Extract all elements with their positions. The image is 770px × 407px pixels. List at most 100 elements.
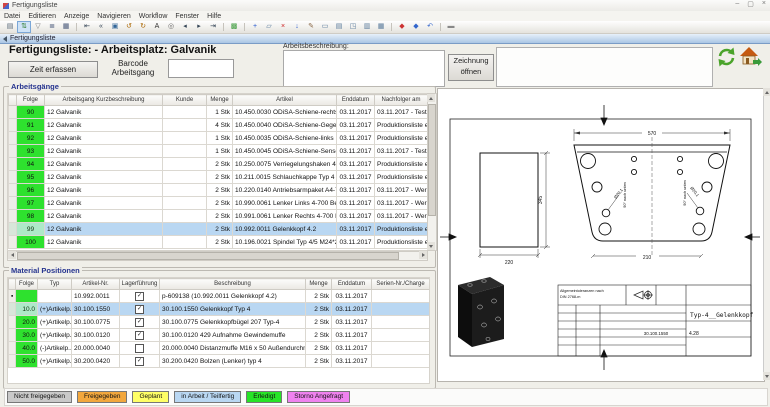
arbeitsgang-row[interactable]: 9012 Galvanik1 Stk10.450.0030 ODiSA-Schi… <box>9 106 428 119</box>
zeit-erfassen-button[interactable]: Zeit erfassen <box>8 61 98 78</box>
col-kunde[interactable]: Kunde <box>163 95 207 106</box>
col-enddatum[interactable]: Enddatum <box>337 95 375 106</box>
form-icon[interactable]: ▭ <box>318 21 332 33</box>
arbeitsbeschreibung-box[interactable] <box>283 50 445 87</box>
arbeitsgang-row[interactable]: 9612 Galvanik2 Stk10.220.0140 Antriebsar… <box>9 184 428 197</box>
find-icon[interactable]: ◎ <box>164 21 178 33</box>
tab-fertigungsliste[interactable]: Fertigungsliste <box>10 35 56 42</box>
col-seriennr[interactable]: Serien-Nr./Charge <box>372 279 430 290</box>
arbeitsgang-row[interactable]: 9212 Galvanik1 Stk10.450.0035 ODiSA-Schi… <box>9 132 428 145</box>
lagerfuehrung-checkbox[interactable]: ✓ <box>135 305 144 314</box>
col-kurzbeschreibung[interactable]: Arbeitsgang Kurzbeschreibung <box>45 95 163 106</box>
scroll-down-icon[interactable] <box>763 372 770 380</box>
grid-view-icon[interactable]: ▦ <box>59 21 73 33</box>
find-az-icon[interactable]: A <box>150 21 164 33</box>
arbeitsgaenge-hscrollbar[interactable] <box>7 251 428 261</box>
filter-icon[interactable]: ▽ <box>31 21 45 33</box>
menu-editieren[interactable]: Editieren <box>28 13 56 20</box>
move-down-icon[interactable]: ↓ <box>290 21 304 33</box>
zeichnung-oeffnen-button[interactable]: Zeichnung öffnen <box>448 54 494 81</box>
legend-nicht-freigegeben[interactable]: Nicht freigegeben <box>7 391 72 403</box>
arbeitsgang-row[interactable]: 9312 Galvanik1 Stk10.450.0045 ODiSA-Schi… <box>9 145 428 158</box>
revert-icon[interactable]: ↶ <box>423 21 437 33</box>
arbeitsgang-row[interactable]: 9812 Galvanik2 Stk10.991.0061 Lenker Rec… <box>9 210 428 223</box>
scroll-up-icon[interactable] <box>763 88 770 96</box>
col-menge[interactable]: Menge <box>306 279 332 290</box>
arbeitsbeschreibung-textarea[interactable] <box>496 47 713 87</box>
arbeitsgang-row[interactable]: 10012 Galvanik2 Stk10.196.0021 Spindel T… <box>9 236 428 249</box>
col-enddatum[interactable]: Enddatum <box>332 279 372 290</box>
prev-record-icon[interactable]: ◂ <box>178 21 192 33</box>
menu-navigieren[interactable]: Navigieren <box>97 13 130 20</box>
col-artikelnr[interactable]: Artikel-Nr. <box>72 279 120 290</box>
col-nachfolger[interactable]: Nachfolger am <box>375 95 428 106</box>
home-exit-icon[interactable] <box>739 46 762 67</box>
material-row[interactable]: ▪10.992.0011✓p-609138 (10.992.0011 Gelen… <box>9 290 430 303</box>
list-view-icon[interactable]: ≣ <box>45 21 59 33</box>
table-icon[interactable]: ▦ <box>374 21 388 33</box>
minimize-panel-icon[interactable]: ▬ <box>444 21 458 33</box>
col-menge[interactable]: Menge <box>207 95 233 106</box>
material-row[interactable]: 10.0(+)Artikelp...30.100.1550✓30.100.155… <box>9 303 430 316</box>
sheet-icon[interactable]: ▤ <box>332 21 346 33</box>
image-icon[interactable]: ▩ <box>227 21 241 33</box>
legend-geplant[interactable]: Geplant <box>132 391 169 403</box>
delete-icon[interactable]: × <box>276 21 290 33</box>
flag-red-icon[interactable]: ◆ <box>395 21 409 33</box>
lagerfuehrung-checkbox[interactable]: ✓ <box>135 292 144 301</box>
print-icon[interactable]: ▤ <box>3 21 17 33</box>
menu-anzeige[interactable]: Anzeige <box>64 13 89 20</box>
hscroll-thumb[interactable] <box>17 252 399 260</box>
menu-workflow[interactable]: Workflow <box>139 13 168 20</box>
col-folge[interactable]: Folge <box>17 95 45 106</box>
lagerfuehrung-checkbox[interactable]: ✓ <box>135 357 144 366</box>
lagerfuehrung-checkbox[interactable] <box>135 344 144 353</box>
maximize-icon[interactable]: ▢ <box>747 0 754 8</box>
barcode-input[interactable] <box>168 59 234 78</box>
tab-back-icon[interactable] <box>3 36 7 42</box>
arbeitsgang-row[interactable]: 9912 Galvanik2 Stk10.992.0011 Gelenkkopf… <box>9 223 428 236</box>
refresh-icon[interactable] <box>716 47 737 67</box>
sort-rows-icon[interactable]: ⇅ <box>17 21 31 33</box>
copy-icon[interactable]: ▱ <box>262 21 276 33</box>
reload-icon[interactable]: ↻ <box>136 21 150 33</box>
vscroll-thumb[interactable] <box>428 104 436 216</box>
drawing-vscrollbar[interactable] <box>763 88 770 380</box>
save-icon[interactable]: ▣ <box>108 21 122 33</box>
next-record-icon[interactable]: ▸ <box>192 21 206 33</box>
legend-erledigt[interactable]: Erledigt <box>246 391 282 403</box>
scroll-right-icon[interactable] <box>419 251 427 259</box>
col-typ[interactable]: Typ <box>38 279 72 290</box>
first-record-icon[interactable]: ⇤ <box>80 21 94 33</box>
menu-hilfe[interactable]: Hilfe <box>207 13 221 20</box>
col-beschreibung[interactable]: Beschreibung <box>160 279 306 290</box>
arbeitsgaenge-vscrollbar[interactable] <box>427 93 437 251</box>
material-row[interactable]: 20.0(+)Artikelp...30.100.0775✓30.100.077… <box>9 316 430 329</box>
material-row[interactable]: 40.0(-)Artikelp...20.000.004020.000.0040… <box>9 342 430 355</box>
menu-datei[interactable]: Datei <box>4 13 20 20</box>
scroll-down-icon[interactable] <box>427 242 435 250</box>
legend-freigegeben[interactable]: Freigegeben <box>77 391 128 403</box>
scroll-up-icon[interactable] <box>427 94 435 102</box>
legend-in-arbeit-teilfertig[interactable]: in Arbeit / Teilfertig <box>174 391 241 403</box>
scroll-left-icon[interactable] <box>8 251 16 259</box>
col-artikel[interactable]: Artikel <box>233 95 337 106</box>
add-icon[interactable]: + <box>248 21 262 33</box>
col-folge[interactable]: Folge <box>16 279 38 290</box>
arbeitsgang-row[interactable]: 9412 Galvanik2 Stk10.250.0075 Verriegelu… <box>9 158 428 171</box>
material-row[interactable]: 50.0(+)Artikelp...30.200.0420✓30.200.042… <box>9 355 430 368</box>
last-record-icon[interactable]: ⇥ <box>206 21 220 33</box>
legend-storno-angefragt[interactable]: Storno Angefragt <box>287 391 350 403</box>
arbeitsgang-row[interactable]: 9712 Galvanik2 Stk10.990.0061 Lenker Lin… <box>9 197 428 210</box>
close-icon[interactable]: × <box>762 0 766 8</box>
edit-icon[interactable]: ✎ <box>304 21 318 33</box>
arbeitsgang-row[interactable]: 9512 Galvanik2 Stk10.211.0015 Schlauchka… <box>9 171 428 184</box>
report-icon[interactable]: ▥ <box>360 21 374 33</box>
col-lagerfuehrung[interactable]: Lagerführung <box>120 279 160 290</box>
material-row[interactable]: 30.0(+)Artikelp...30.100.0120✓30.100.012… <box>9 329 430 342</box>
undo-icon[interactable]: ↺ <box>122 21 136 33</box>
minimize-icon[interactable]: – <box>735 0 739 8</box>
fast-back-icon[interactable]: « <box>94 21 108 33</box>
lagerfuehrung-checkbox[interactable]: ✓ <box>135 331 144 340</box>
arbeitsgang-row[interactable]: 9112 Galvanik4 Stk10.450.0040 ODiSA-Schi… <box>9 119 428 132</box>
